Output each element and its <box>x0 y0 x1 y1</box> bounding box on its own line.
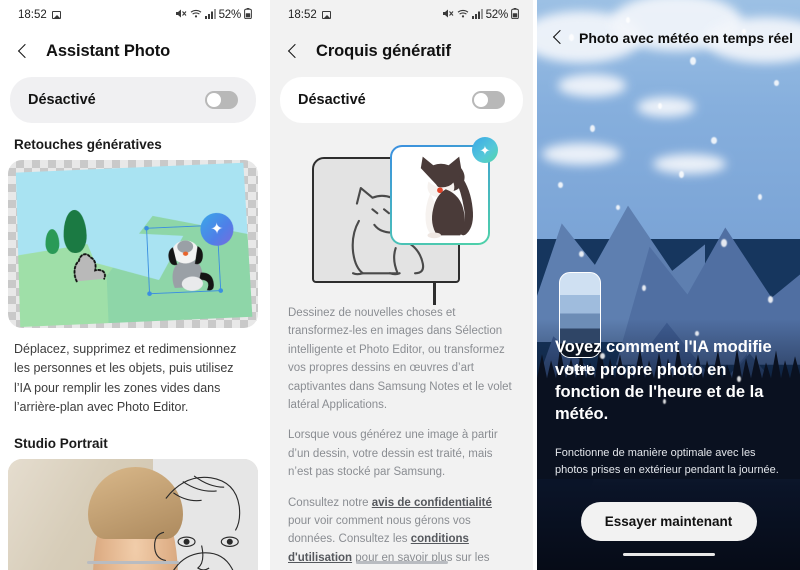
status-time-2: 18:52 <box>288 9 317 21</box>
dog-selection-outline-icon <box>64 242 112 287</box>
try-now-button[interactable]: Essayer maintenant <box>580 501 757 541</box>
tablet-stand <box>433 283 436 305</box>
signal-icon <box>471 8 483 22</box>
studio-portrait-image <box>8 458 258 570</box>
assistant-photo-toggle-row[interactable]: Désactivé <box>10 77 256 123</box>
cloud <box>542 142 622 166</box>
back-icon[interactable] <box>16 44 32 60</box>
panel-croquis-generatif: 18:52 52% Croquis génératif Désactivé ✦ … <box>270 0 533 570</box>
toggle-switch[interactable] <box>205 91 238 109</box>
sparkle-icon: ✦ <box>209 220 224 239</box>
back-icon[interactable] <box>286 44 302 60</box>
section-heading-generative-edits: Retouches génératives <box>14 137 162 152</box>
promo-subtext: Fonctionne de manière optimale avec les … <box>555 447 779 477</box>
sketch-description-2: Lorsque vous générez une image à partir … <box>288 429 498 479</box>
battery-icon <box>244 8 252 22</box>
page-title: Assistant Photo <box>46 42 171 60</box>
status-bar-right-2: 52% <box>442 8 519 22</box>
battery-percent: 52% <box>218 9 242 21</box>
cloud <box>652 153 727 174</box>
app-bar-1: Assistant Photo <box>0 30 266 77</box>
generative-edit-description: Déplacez, supprimez et redimensionnez le… <box>14 342 237 415</box>
home-indicator-area-2 <box>270 560 533 564</box>
cloud <box>558 74 627 97</box>
home-indicator-3[interactable] <box>622 552 715 556</box>
battery-percent-2: 52% <box>485 9 509 21</box>
signal-icon <box>204 8 216 22</box>
three-phone-screenshots: 18:52 52% Assistant Photo Désactivé Reto… <box>0 0 800 570</box>
generative-edit-image: ✦ <box>8 160 258 328</box>
status-bar-left: 18:52 <box>18 9 61 21</box>
promo-headline: Voyez comment l'IA modifie votre propre … <box>555 338 772 424</box>
croquis-toggle-row[interactable]: Désactivé <box>280 77 523 123</box>
home-indicator[interactable] <box>87 560 179 564</box>
privacy-notice-link[interactable]: avis de confidentialité <box>372 497 492 509</box>
handle-tl[interactable] <box>144 226 149 231</box>
sketch-description-1: Dessinez de nouvelles choses et transfor… <box>288 307 512 411</box>
home-indicator-area-1 <box>0 560 266 564</box>
status-bar-2: 18:52 52% <box>270 0 533 30</box>
toggle-label-2: Désactivé <box>298 92 366 108</box>
home-indicator-2[interactable] <box>355 560 448 564</box>
panel-photo-meteo: Photo avec météo en temps réel Initiale … <box>537 0 800 570</box>
portrait-lineart-icon <box>154 474 241 570</box>
ai-sparkle-badge-2: ✦ <box>472 137 498 163</box>
status-bar-right: 52% <box>175 8 252 22</box>
status-time: 18:52 <box>18 9 47 21</box>
wifi-icon <box>190 8 202 22</box>
wifi-icon <box>457 8 469 22</box>
toggle-switch-2[interactable] <box>472 91 505 109</box>
legal-text: Consultez notre avis de confidentialité … <box>270 482 533 570</box>
photo-icon <box>51 11 61 19</box>
sparkle-icon: ✦ <box>479 142 491 158</box>
page-title-3: Photo avec météo en temps réel <box>579 30 793 46</box>
generated-image-card: ✦ <box>390 137 498 245</box>
back-icon[interactable] <box>551 30 567 46</box>
status-bar-left-2: 18:52 <box>288 9 331 21</box>
status-bar-1: 18:52 52% <box>0 0 266 30</box>
cat-generated-icon <box>420 156 474 239</box>
page-title-2: Croquis génératif <box>316 42 451 60</box>
battery-icon <box>511 8 519 22</box>
mute-icon <box>442 8 454 22</box>
app-bar-3: Photo avec météo en temps réel <box>537 0 800 46</box>
mute-icon <box>175 8 187 22</box>
app-bar-2: Croquis génératif <box>270 30 533 77</box>
cloud <box>636 96 695 117</box>
toggle-label: Désactivé <box>28 92 96 108</box>
generative-edit-scene: ✦ <box>15 162 253 327</box>
section-heading-studio-portrait: Studio Portrait <box>14 435 108 451</box>
photo-icon <box>321 11 331 19</box>
sketch-to-image-illustration: ✦ <box>270 133 533 305</box>
panel-assistant-photo: 18:52 52% Assistant Photo Désactivé Reto… <box>0 0 266 570</box>
legal-part1: Consultez notre <box>288 496 372 509</box>
promo-copy-block: Voyez comment l'IA modifie votre propre … <box>537 336 800 570</box>
